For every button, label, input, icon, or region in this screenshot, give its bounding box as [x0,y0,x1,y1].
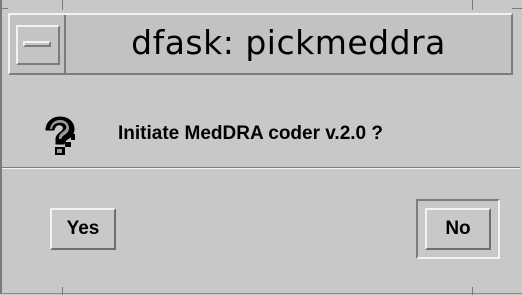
window-menu-icon [23,41,51,47]
frame-corner-mark [472,0,473,10]
dialog-separator [2,167,520,169]
window-menu-button[interactable] [16,25,60,65]
question-icon [45,116,75,155]
frame-corner-mark [62,287,63,295]
dialog-message: Initiate MedDRA coder v.2.0 ? [118,123,383,144]
frame-corner-mark [0,8,8,9]
frame-corner-mark [512,8,522,9]
window-title: dfask: pickmeddra [131,23,446,62]
frame-corner-mark [472,287,473,295]
frame-corner-mark [62,0,63,10]
yes-button[interactable]: Yes [50,208,116,250]
title-bar[interactable]: dfask: pickmeddra [8,13,513,75]
no-button[interactable]: No [425,208,491,250]
